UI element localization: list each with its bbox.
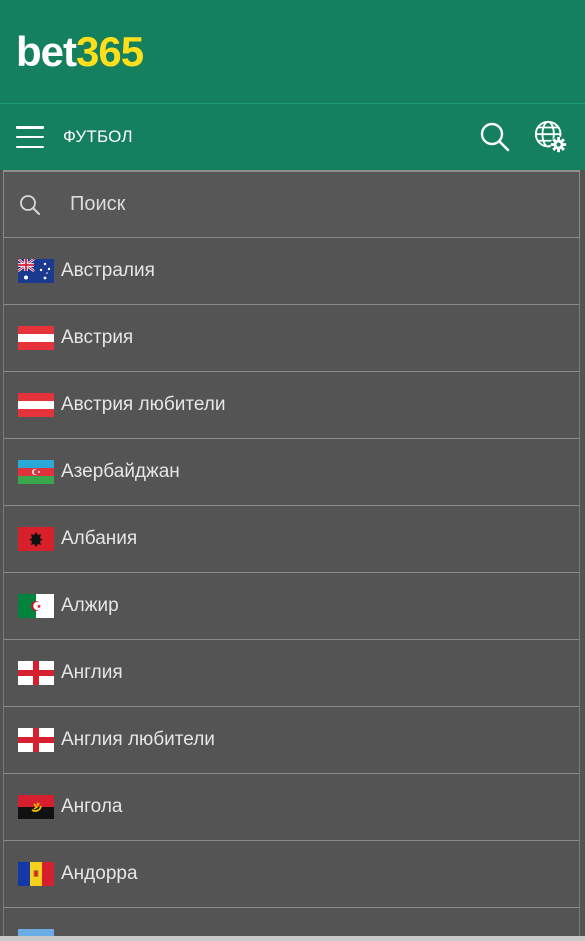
search-box[interactable] (3, 170, 580, 238)
australia-flag-icon (18, 259, 54, 283)
azerbaijan-flag-icon (18, 460, 54, 484)
country-rows: Австралия Австрия Австрия любители Азербайд… (0, 238, 585, 941)
country-row[interactable]: Англия любители (3, 707, 580, 774)
country-label: Албания (61, 528, 138, 549)
country-list: Австралия Австрия Австрия любители Азербайд… (0, 170, 585, 941)
logo-text-yellow: 365 (76, 27, 144, 75)
country-label: Австралия (61, 260, 155, 281)
hamburger-menu-icon[interactable] (16, 126, 44, 148)
bet365-logo[interactable]: bet365 (16, 27, 144, 75)
country-label: Азербайджан (61, 461, 180, 482)
andorra-flag-icon (18, 862, 54, 886)
albania-flag-icon (18, 527, 54, 551)
austria-flag-icon (18, 393, 54, 417)
country-row[interactable]: Австрия любители (3, 372, 580, 439)
austria-flag-icon (18, 326, 54, 350)
country-label: Австрия (61, 327, 134, 348)
england-flag-icon (18, 661, 54, 685)
country-row[interactable]: Ангола (3, 774, 580, 841)
bottom-edge (0, 936, 585, 941)
search-field-icon (18, 193, 42, 217)
england-flag-icon (18, 728, 54, 752)
country-label: Ангола (61, 796, 123, 817)
country-row[interactable]: Австрия (3, 305, 580, 372)
country-row[interactable]: Албания (3, 506, 580, 573)
country-label: Англия (61, 662, 123, 683)
country-label: Алжир (61, 595, 119, 616)
country-label: Андорра (61, 863, 138, 884)
country-row[interactable]: Азербайджан (3, 439, 580, 506)
country-row[interactable]: Австралия (3, 238, 580, 305)
algeria-flag-icon (18, 594, 54, 618)
country-label: Англия любители (61, 729, 215, 750)
app-screen: bet365 ФУТБОЛ Поиск Австралия Австрия Ав… (0, 0, 585, 941)
country-row[interactable]: Англия (3, 640, 580, 707)
country-row[interactable]: Андорра (3, 841, 580, 908)
sport-title: ФУТБОЛ (63, 127, 133, 146)
globe-settings-icon[interactable] (533, 119, 569, 155)
logo-text-white: bet (16, 27, 77, 75)
site-header: bet365 (0, 0, 585, 104)
country-label: Австрия любители (61, 394, 226, 415)
country-row[interactable]: Алжир (3, 573, 580, 640)
nav-actions (477, 119, 569, 155)
search-icon[interactable] (477, 119, 513, 155)
search-input[interactable] (68, 192, 579, 217)
angola-flag-icon (18, 795, 54, 819)
sport-nav-bar: ФУТБОЛ (0, 104, 585, 170)
